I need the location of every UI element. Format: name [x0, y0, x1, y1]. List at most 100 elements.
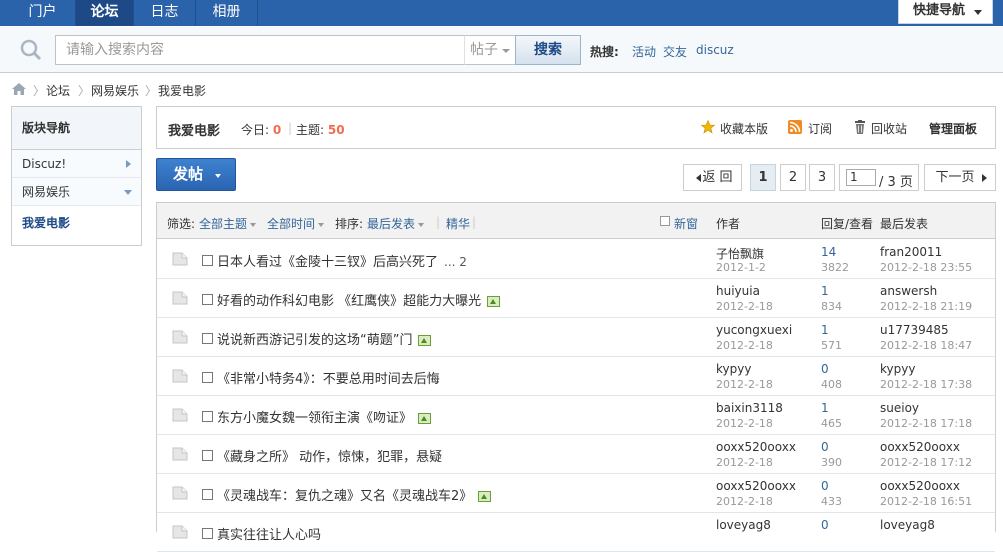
new-window-checkbox[interactable]: [660, 216, 670, 226]
last-post-user[interactable]: u17739485: [880, 323, 949, 337]
thread-author[interactable]: yucongxuexi: [716, 323, 792, 337]
thread-replies[interactable]: 1: [821, 284, 829, 298]
last-post-date[interactable]: 2012-2-18 18:47: [880, 339, 972, 352]
thread-checkbox[interactable]: [202, 528, 213, 539]
sidebar-item-movies[interactable]: 我爱电影: [12, 206, 141, 240]
page-jump-input[interactable]: 1: [846, 169, 876, 186]
thread-checkbox[interactable]: [202, 450, 213, 461]
table-row[interactable]: 真实往往让人心吗 loveyag8 0 loveyag8: [157, 513, 995, 552]
last-post-user[interactable]: fran20011: [880, 245, 942, 259]
filter-all-time[interactable]: 全部时间: [267, 215, 325, 232]
filter-all-topics-label: 全部主题: [199, 217, 248, 231]
table-row[interactable]: 《灵魂战车：复仇之魂》又名《灵魂战车2》 ooxx520ooxx 2012-2-18…: [157, 474, 995, 513]
table-row[interactable]: 说说新西游记引发的这场“萌题”门 yucongxuexi 2012-2-18 1 571…: [157, 318, 995, 357]
search-type-select[interactable]: 帖子: [464, 35, 516, 65]
nav-item-portal[interactable]: 门户: [10, 0, 76, 26]
thread-folder-icon: [172, 447, 188, 461]
thread-title-link[interactable]: 《藏身之所》 动作，惊悚，犯罪，悬疑: [217, 450, 442, 465]
nav-item-forum[interactable]: 论坛: [76, 0, 134, 26]
thread-page-link[interactable]: ... 2: [444, 255, 467, 269]
thread-author[interactable]: baixin3118: [716, 401, 783, 415]
table-row[interactable]: 东方小魔女魏一领衔主演《吻证》 baixin3118 2012-2-18 1 465 su…: [157, 396, 995, 435]
thread-author[interactable]: loveyag8: [716, 518, 771, 532]
sort-select[interactable]: 最后发表: [367, 215, 425, 232]
sidebar-item-entertainment[interactable]: 网易娱乐: [12, 178, 141, 206]
thread-replies[interactable]: 0: [821, 362, 829, 376]
thread-replies[interactable]: 0: [821, 518, 829, 532]
thread-title-link[interactable]: 《非常小特务4》：不要总用时间去后悔: [217, 372, 440, 387]
thread-title-link[interactable]: 好看的动作科幻电影 《红鹰侠》超能力大曝光: [217, 294, 481, 309]
table-row[interactable]: 《藏身之所》 动作，惊悚，犯罪，悬疑 ooxx520ooxx 2012-2-18 0 3…: [157, 435, 995, 474]
last-post-user[interactable]: answersh: [880, 284, 937, 298]
home-icon[interactable]: [12, 83, 26, 95]
last-post-date[interactable]: 2012-2-18 17:38: [880, 378, 972, 391]
last-post-date[interactable]: 2012-2-18 23:55: [880, 261, 972, 274]
table-row[interactable]: 好看的动作科幻电影 《红鹰侠》超能力大曝光 huiyuia 2012-2-18 1 83…: [157, 279, 995, 318]
thread-author[interactable]: ooxx520ooxx: [716, 440, 796, 454]
last-post-date[interactable]: 2012-2-18 17:12: [880, 456, 972, 469]
thread-title-cell: 《灵魂战车：复仇之魂》又名《灵魂战车2》: [217, 485, 492, 504]
thread-checkbox[interactable]: [202, 333, 213, 344]
thread-date: 2012-2-18: [716, 339, 773, 352]
search-button[interactable]: 搜索: [515, 35, 581, 65]
thread-title-link[interactable]: 日本人看过《金陵十三钗》后高兴死了: [217, 255, 438, 270]
last-post-user[interactable]: ooxx520ooxx: [880, 440, 960, 454]
thread-author[interactable]: ooxx520ooxx: [716, 479, 796, 493]
thread-checkbox[interactable]: [202, 489, 213, 500]
last-post-date[interactable]: 2012-2-18 21:19: [880, 300, 972, 313]
page-3[interactable]: 3: [809, 164, 835, 191]
thread-title-link[interactable]: 真实往往让人心吗: [217, 528, 321, 543]
nav-item-album[interactable]: 相册: [196, 0, 258, 26]
admin-panel-link[interactable]: 管理面板: [929, 120, 977, 137]
favorite-forum-link[interactable]: 收藏本版: [720, 120, 768, 137]
last-post-user[interactable]: kypyy: [880, 362, 915, 376]
last-post-user[interactable]: sueioy: [880, 401, 919, 415]
filter-all-topics[interactable]: 全部主题: [199, 215, 257, 232]
thread-views: 834: [821, 300, 842, 313]
last-post-user[interactable]: ooxx520ooxx: [880, 479, 960, 493]
recycle-bin-link[interactable]: 回收站: [871, 120, 907, 137]
new-window-label[interactable]: 新窗: [674, 215, 698, 232]
new-post-button[interactable]: 发帖: [156, 158, 236, 191]
thread-replies[interactable]: 1: [821, 323, 829, 337]
filter-label: 筛选:: [167, 217, 196, 231]
sidebar-item-discuz[interactable]: Discuz!: [12, 150, 141, 178]
thread-title-link[interactable]: 《灵魂战车：复仇之魂》又名《灵魂战车2》: [217, 489, 472, 504]
digest-filter[interactable]: 精华: [446, 215, 470, 232]
last-post-date[interactable]: 2012-2-18 16:51: [880, 495, 972, 508]
next-page-button[interactable]: 下一页: [924, 164, 996, 191]
breadcrumb-category[interactable]: 网易娱乐: [91, 82, 139, 99]
topics-label: 主题:: [296, 123, 325, 137]
table-row[interactable]: 《非常小特务4》：不要总用时间去后悔 kypyy 2012-2-18 0 408 kypy…: [157, 357, 995, 396]
today-count: 0: [272, 123, 282, 137]
thread-replies[interactable]: 1: [821, 401, 829, 415]
hot-search-link[interactable]: 活动: [632, 43, 656, 60]
thread-replies[interactable]: 0: [821, 440, 829, 454]
thread-replies[interactable]: 0: [821, 479, 829, 493]
quick-nav-button[interactable]: 快捷导航: [898, 0, 993, 24]
table-row[interactable]: 日本人看过《金陵十三钗》后高兴死了 ... 2 子怡飘旗 2012-1-2 14 3822…: [157, 240, 995, 279]
thread-checkbox[interactable]: [202, 372, 213, 383]
thread-checkbox[interactable]: [202, 411, 213, 422]
thread-author[interactable]: kypyy: [716, 362, 751, 376]
thread-checkbox[interactable]: [202, 255, 213, 266]
thread-title-link[interactable]: 说说新西游记引发的这场“萌题”门: [217, 333, 412, 348]
last-post-user[interactable]: loveyag8: [880, 518, 935, 532]
page-2[interactable]: 2: [780, 164, 806, 191]
thread-title-link[interactable]: 东方小魔女魏一领衔主演《吻证》: [217, 411, 412, 426]
hot-search-link[interactable]: 交友: [663, 43, 687, 60]
breadcrumb-forum[interactable]: 论坛: [46, 82, 70, 99]
nav-item-blog[interactable]: 日志: [134, 0, 196, 26]
thread-checkbox[interactable]: [202, 294, 213, 305]
page-1[interactable]: 1: [750, 164, 776, 191]
thread-author[interactable]: 子怡飘旗: [716, 245, 764, 262]
thread-folder-icon: [172, 408, 188, 422]
search-input[interactable]: 请输入搜索内容: [55, 35, 465, 65]
last-post-date[interactable]: 2012-2-18 17:18: [880, 417, 972, 430]
thread-author[interactable]: huiyuia: [716, 284, 760, 298]
thread-replies[interactable]: 14: [821, 245, 836, 259]
subscribe-link[interactable]: 订阅: [808, 120, 832, 137]
back-button[interactable]: 返 回: [683, 164, 742, 191]
hot-search-link[interactable]: discuz: [696, 43, 734, 57]
page-total: / 3 页: [879, 175, 913, 190]
